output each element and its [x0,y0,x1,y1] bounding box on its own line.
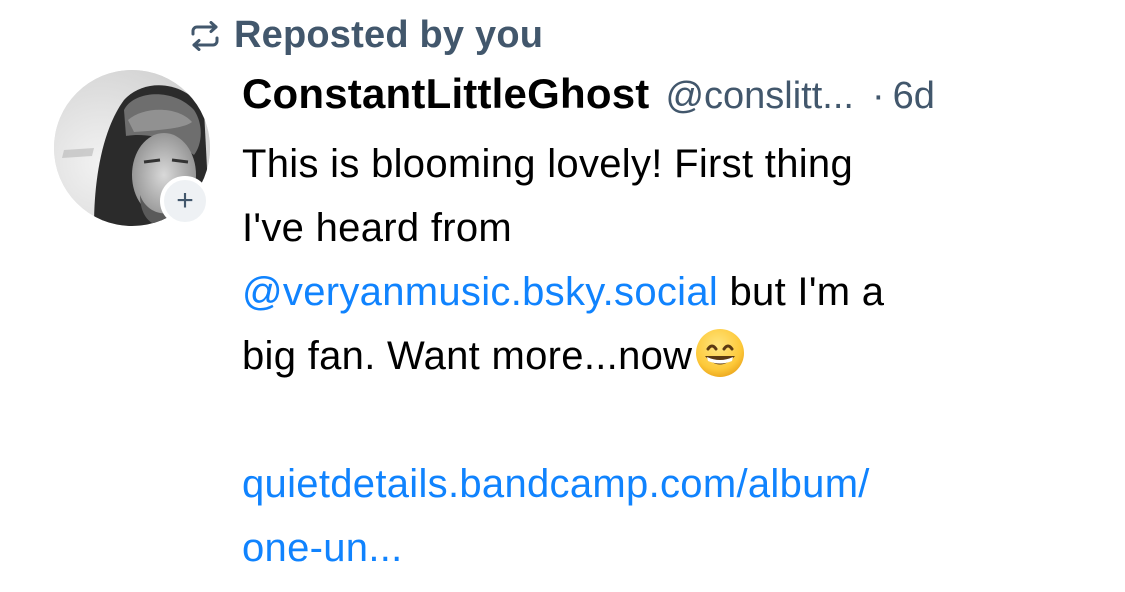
post-text-line: quietdetails.bandcamp.com/album/ [242,452,1102,516]
post-text-fragment: big fan. Want more...now [242,334,693,378]
post-body[interactable]: ConstantLittleGhost @conslitt... · 6d Th… [242,70,1102,580]
post-text-line: This is blooming lovely! First thing [242,142,854,186]
post-text-line: I've heard from [242,206,513,250]
repost-icon [188,19,222,53]
header-separator: · [871,75,885,117]
post-text-fragment: but I'm a [718,270,885,314]
grinning-face-emoji-icon [694,327,746,379]
post-text-line: one-un... [242,516,1102,580]
post-text-line: @veryanmusic.bsky.social but I'm a [242,260,1102,324]
avatar-container[interactable]: + [54,70,210,226]
follow-plus-icon[interactable]: + [160,176,210,226]
repost-label: Reposted by you [234,14,544,56]
external-link[interactable]: quietdetails.bandcamp.com/album/ [242,462,870,506]
author-display-name[interactable]: ConstantLittleGhost [242,70,649,118]
author-handle[interactable]: @conslitt... [665,75,854,118]
post-header: ConstantLittleGhost @conslitt... · 6d [242,70,1102,130]
repost-indicator[interactable]: Reposted by you [188,14,543,57]
post-text-blank-line [242,388,1102,452]
mention-link[interactable]: @veryanmusic.bsky.social [242,270,718,314]
post-timestamp[interactable]: 6d [893,75,935,118]
post-text: This is blooming lovely! First thing I'v… [242,132,1102,580]
external-link-continued[interactable]: one-un... [242,526,403,570]
post-text-line: big fan. Want more...now [242,324,1102,388]
